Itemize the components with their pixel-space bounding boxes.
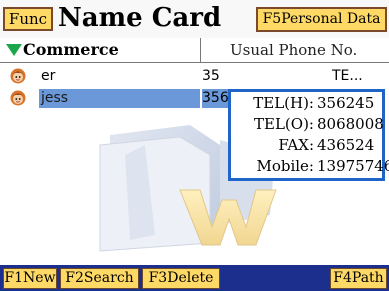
name-card-screen: Func Name Card F5Personal Data Commerce … bbox=[0, 0, 389, 291]
popup-label: TEL(O): bbox=[254, 115, 314, 133]
personal-data-button[interactable]: F5Personal Data bbox=[256, 7, 387, 32]
popup-label: Mobile: bbox=[256, 157, 314, 175]
contact-number: 35 bbox=[202, 68, 220, 84]
delete-button[interactable]: F3Delete bbox=[142, 268, 220, 289]
path-button[interactable]: F4Path bbox=[330, 268, 387, 289]
phone-column-header: Usual Phone No. bbox=[230, 41, 358, 59]
phone-detail-popup: TEL(H): 356245 TEL(O): 8068008 FAX: 4365… bbox=[228, 89, 389, 181]
contact-name: jess bbox=[41, 90, 69, 106]
search-button[interactable]: F2Search bbox=[60, 268, 139, 289]
header-bar: Func Name Card F5Personal Data bbox=[0, 0, 389, 39]
category-label: Commerce bbox=[23, 40, 119, 59]
page-title: Name Card bbox=[58, 3, 222, 33]
contact-number: 356 bbox=[202, 90, 229, 106]
contact-phone: TE... bbox=[332, 68, 363, 84]
popup-label: FAX: bbox=[278, 136, 314, 154]
popup-value: 436524 bbox=[317, 136, 375, 154]
popup-value: 8068008 bbox=[317, 115, 384, 133]
category-selector[interactable]: Commerce bbox=[0, 38, 201, 62]
contact-row[interactable]: er 35 TE... bbox=[0, 66, 389, 88]
selected-name-highlight: jess bbox=[39, 89, 200, 108]
new-button[interactable]: F1New bbox=[3, 268, 57, 289]
category-row: Commerce Usual Phone No. bbox=[0, 38, 389, 63]
popup-value: 1397574635 bbox=[317, 157, 389, 175]
func-button[interactable]: Func bbox=[3, 7, 53, 31]
popup-label: TEL(H): bbox=[253, 94, 314, 112]
popup-value: 356245 bbox=[317, 94, 375, 112]
contact-name: er bbox=[41, 68, 56, 84]
triangle-down-icon bbox=[6, 44, 22, 56]
person-avatar-icon bbox=[10, 90, 26, 106]
person-avatar-icon bbox=[10, 68, 26, 84]
function-key-bar: F1New F2Search F3Delete F4Path bbox=[0, 265, 389, 291]
